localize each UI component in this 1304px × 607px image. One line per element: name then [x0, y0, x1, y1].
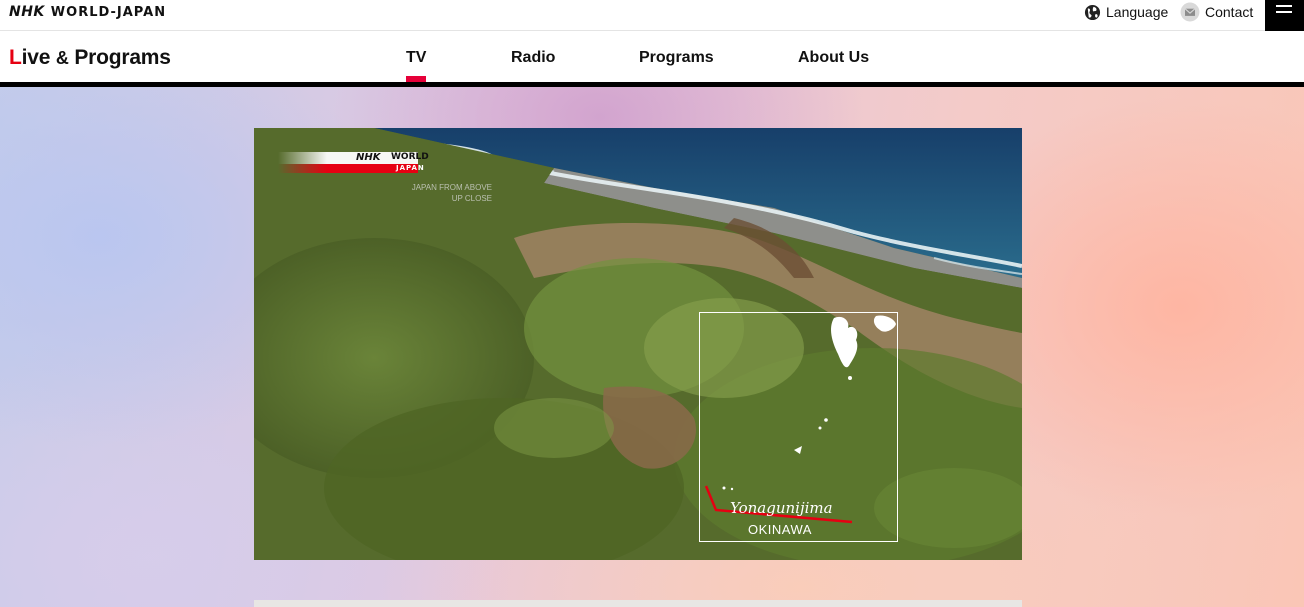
language-button[interactable]: Language [1084, 2, 1168, 22]
section-title-amp: & [55, 48, 69, 68]
main-nav: Live & Programs TV Radio Programs About … [0, 32, 1304, 82]
content-card [254, 600, 1022, 607]
brand-nhk: NHK [9, 4, 45, 20]
envelope-icon [1180, 2, 1200, 22]
menu-button[interactable] [1265, 0, 1304, 31]
map-region-name: OKINAWA [748, 522, 812, 537]
map-place-name: Yonagunijima [730, 499, 833, 517]
nav-tab-radio[interactable]: Radio [511, 49, 555, 67]
caption-line-2: UP CLOSE [451, 194, 492, 203]
top-bar: NHK WORLD-JAPAN Language Contact [0, 0, 1304, 31]
section-title-rest: ive [21, 46, 56, 69]
globe-icon [1084, 4, 1101, 20]
nav-tab-tv[interactable]: TV [406, 49, 426, 67]
nav-tab-programs[interactable]: Programs [639, 49, 714, 67]
caption-line-1: JAPAN FROM ABOVE [411, 183, 492, 192]
program-watermark-caption: JAPAN FROM ABOVE UP CLOSE [382, 182, 492, 204]
watermark-nhk: NHK [356, 152, 381, 163]
nhk-world-japan-logo[interactable]: NHK WORLD-JAPAN [9, 3, 166, 21]
contact-label: Contact [1205, 4, 1254, 20]
video-player[interactable]: NHK WORLD JAPAN JAPAN FROM ABOVE UP CLOS… [254, 128, 1022, 560]
section-title-tail: Programs [68, 46, 171, 69]
section-title-accent: L [9, 46, 22, 69]
contact-button[interactable]: Contact [1180, 2, 1253, 22]
language-label: Language [1106, 4, 1169, 20]
nhk-world-watermark: NHK WORLD JAPAN [278, 152, 429, 174]
hamburger-menu-icon [1276, 11, 1292, 13]
watermark-japan: JAPAN [396, 164, 425, 172]
video-frame-image [254, 128, 1022, 560]
section-title[interactable]: Live & Programs [9, 46, 171, 70]
hamburger-menu-icon [1276, 5, 1292, 7]
nav-tab-about-us[interactable]: About Us [798, 49, 869, 67]
brand-world-japan: WORLD-JAPAN [50, 4, 167, 20]
watermark-world: WORLD [391, 152, 429, 162]
location-map-inset: Yonagunijima OKINAWA [699, 312, 898, 542]
